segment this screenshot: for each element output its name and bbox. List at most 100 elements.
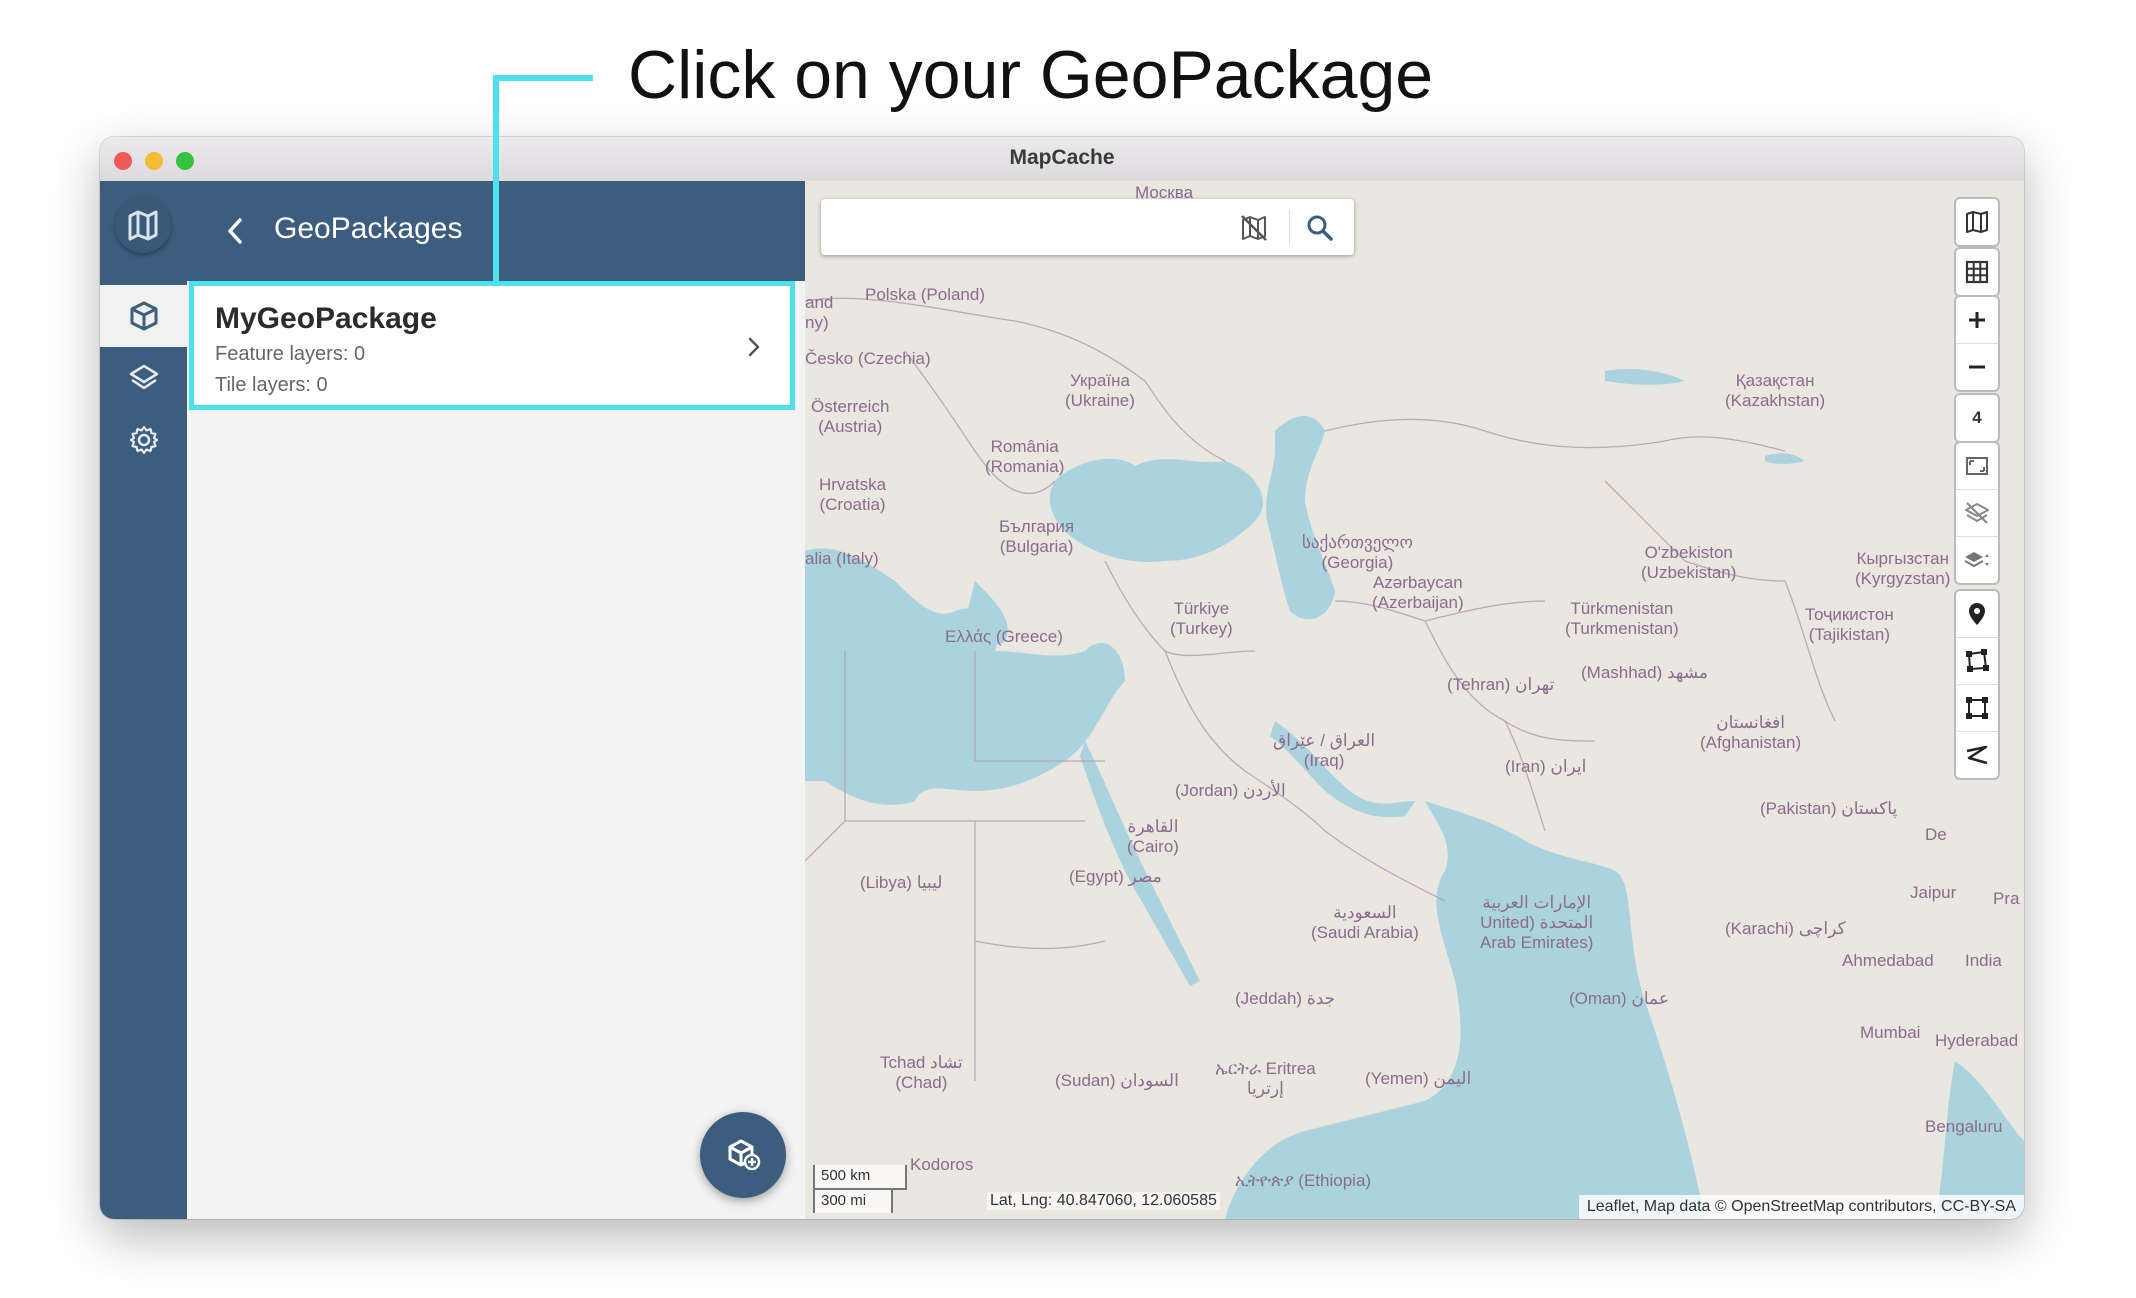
fit-bounds-button[interactable]: [1956, 443, 1998, 489]
label-sudan: (Sudan) السودان: [1055, 1071, 1179, 1090]
label-and: and ny): [805, 293, 834, 332]
layers-sort-icon: [1964, 552, 1989, 568]
label-afghanistan: افغانستان (Afghanistan): [1700, 713, 1802, 752]
layers-off-icon: [1965, 502, 1989, 524]
map-search-input[interactable]: [833, 207, 1217, 249]
rectangle-icon: [1966, 697, 1988, 719]
label-uzbekistan: O'zbekiston (Uzbekistan): [1641, 543, 1737, 582]
label-tajikistan: Тоҷикистон (Tajikistan): [1805, 605, 1894, 644]
label-romania: România (Romania): [985, 437, 1065, 476]
map-attribution[interactable]: Leaflet, Map data © OpenStreetMap contri…: [1578, 1195, 2024, 1219]
search-icon[interactable]: [1305, 213, 1335, 243]
label-india: India: [1965, 951, 2002, 970]
label-pra: Pra: [1993, 889, 2020, 908]
back-button[interactable]: [215, 211, 255, 251]
label-ethiopia: ኢትዮጵያ (Ethiopia): [1235, 1171, 1372, 1190]
clear-layers-button[interactable]: [1956, 489, 1998, 536]
cursor-coordinates: Lat, Lng: 40.847060, 12.060585: [987, 1192, 1220, 1210]
map-search-bar: [821, 199, 1354, 255]
label-karachi: (Karachi) کراچی: [1725, 919, 1846, 938]
label-yemen: (Yemen) اليمن: [1365, 1069, 1472, 1088]
label-pakistan: (Pakistan) پاکستان: [1760, 799, 1898, 818]
label-jaipur: Jaipur: [1910, 883, 1957, 902]
layers-icon: [129, 364, 158, 390]
label-oman: (Oman) عمان: [1569, 989, 1669, 1008]
basemap-control: [1954, 197, 2000, 247]
label-czechia: Česko (Czechia): [805, 349, 931, 368]
geopackages-panel: GeoPackages MyGeoPackage Feature layers:…: [187, 181, 805, 1219]
label-ukraine: Україна (Ukraine): [1065, 371, 1135, 410]
cube-icon: [130, 301, 157, 331]
label-uae: الإمارات العربية United) المتحدة Arab Em…: [1480, 893, 1594, 952]
sidebar-item-geopackages[interactable]: [100, 285, 187, 347]
label-eritrea: ኤርትራ Eritrea إرتريا: [1215, 1059, 1316, 1098]
search-separator: [1289, 209, 1290, 245]
app-window: MapCache GeoPackages MyGeoPackage Featur…: [100, 137, 2024, 1219]
draw-polygon-button[interactable]: [1956, 637, 1998, 684]
label-iraq: العراق / عێراق (Iraq): [1273, 731, 1376, 770]
callout-line-horizontal: [493, 75, 593, 81]
label-poland: Polska (Poland): [865, 285, 986, 304]
basemap-button[interactable]: [1956, 199, 1998, 245]
polyline-icon: [1966, 745, 1988, 765]
label-de: De: [1925, 825, 1947, 844]
label-mashhad: (Mashhad) مشهد: [1581, 663, 1709, 682]
label-cairo: القاهرة (Cairo): [1127, 817, 1179, 856]
label-turkey: Türkiye (Turkey): [1170, 599, 1233, 638]
label-jordan: (Jordan) الأردن: [1175, 781, 1286, 800]
fit-bounds-icon: [1966, 457, 1988, 475]
draw-line-button[interactable]: [1956, 731, 1998, 778]
minus-icon: [1969, 365, 1985, 369]
geopackage-card[interactable]: MyGeoPackage Feature layers: 0 Tile laye…: [189, 281, 795, 410]
label-kazakhstan: Қазақстан (Kazakhstan): [1725, 371, 1826, 410]
zoom-control: [1954, 295, 2000, 392]
label-azerbaijan: Azərbaycan (Azerbaijan): [1372, 573, 1464, 612]
label-jeddah: (Jeddah) جدة: [1235, 989, 1336, 1008]
label-ahmedabad: Ahmedabad: [1842, 951, 1934, 970]
plus-icon: [1969, 312, 1985, 328]
app-logo: [115, 197, 171, 253]
draw-marker-button[interactable]: [1956, 591, 1998, 637]
polygon-icon: [1966, 649, 1989, 672]
label-saudi: السعودية (Saudi Arabia): [1311, 903, 1419, 942]
window-title: MapCache: [1009, 146, 1115, 169]
add-cube-icon: [728, 1139, 761, 1171]
callout-line-vertical: [493, 75, 499, 283]
view-control: [1954, 441, 2000, 585]
layer-order-button[interactable]: [1956, 536, 1998, 583]
panel-title: GeoPackages: [274, 212, 463, 245]
label-greece: Ελλάς (Greece): [945, 627, 1063, 646]
label-hyderabad: Hyderabad: [1935, 1031, 2019, 1050]
label-egypt: (Egypt) مصر: [1069, 867, 1162, 886]
map-view[interactable]: Москва and ny) Polska (Poland) Česko (Cz…: [805, 181, 2024, 1219]
sidebar-item-settings[interactable]: [100, 409, 187, 471]
label-georgia: საქართველო (Georgia): [1302, 533, 1413, 572]
label-bulgaria: България (Bulgaria): [999, 517, 1075, 556]
zoom-level-display: 4: [1956, 395, 1998, 441]
annotation-title: Click on your GeoPackage: [628, 37, 1434, 113]
add-geopackage-button[interactable]: [700, 1112, 786, 1198]
label-kodoros: Kodoros: [910, 1155, 974, 1174]
map-marker-off-icon[interactable]: [1239, 213, 1269, 243]
label-mumbai: Mumbai: [1860, 1023, 1921, 1042]
draw-rectangle-button[interactable]: [1956, 684, 1998, 731]
map-pin-icon: [1969, 603, 1985, 625]
grid-overlay-button[interactable]: [1956, 249, 1998, 295]
label-austria: Österreich (Austria): [811, 397, 890, 436]
label-croatia: Hrvatska (Croatia): [819, 475, 887, 514]
zoom-level: 4: [1972, 408, 1982, 427]
sidebar-item-layers[interactable]: [100, 347, 187, 409]
zoom-out-button[interactable]: [1956, 343, 1998, 390]
gear-icon: [129, 425, 158, 455]
label-tehran: (Tehran) تهران: [1447, 675, 1555, 694]
chevron-left-icon: [228, 218, 242, 244]
feature-layers-count: Feature layers: 0: [215, 343, 366, 365]
title-bar: MapCache: [100, 137, 2024, 182]
label-bengaluru: Bengaluru: [1925, 1117, 2003, 1136]
label-chad: Tchad تشاد (Chad): [880, 1053, 963, 1092]
navigation-rail: [100, 181, 187, 1219]
map-scale: 500 km 300 mi: [813, 1165, 907, 1213]
grid-control: [1954, 247, 2000, 297]
zoom-in-button[interactable]: [1956, 297, 1998, 343]
scale-metric: 500 km: [813, 1165, 907, 1190]
